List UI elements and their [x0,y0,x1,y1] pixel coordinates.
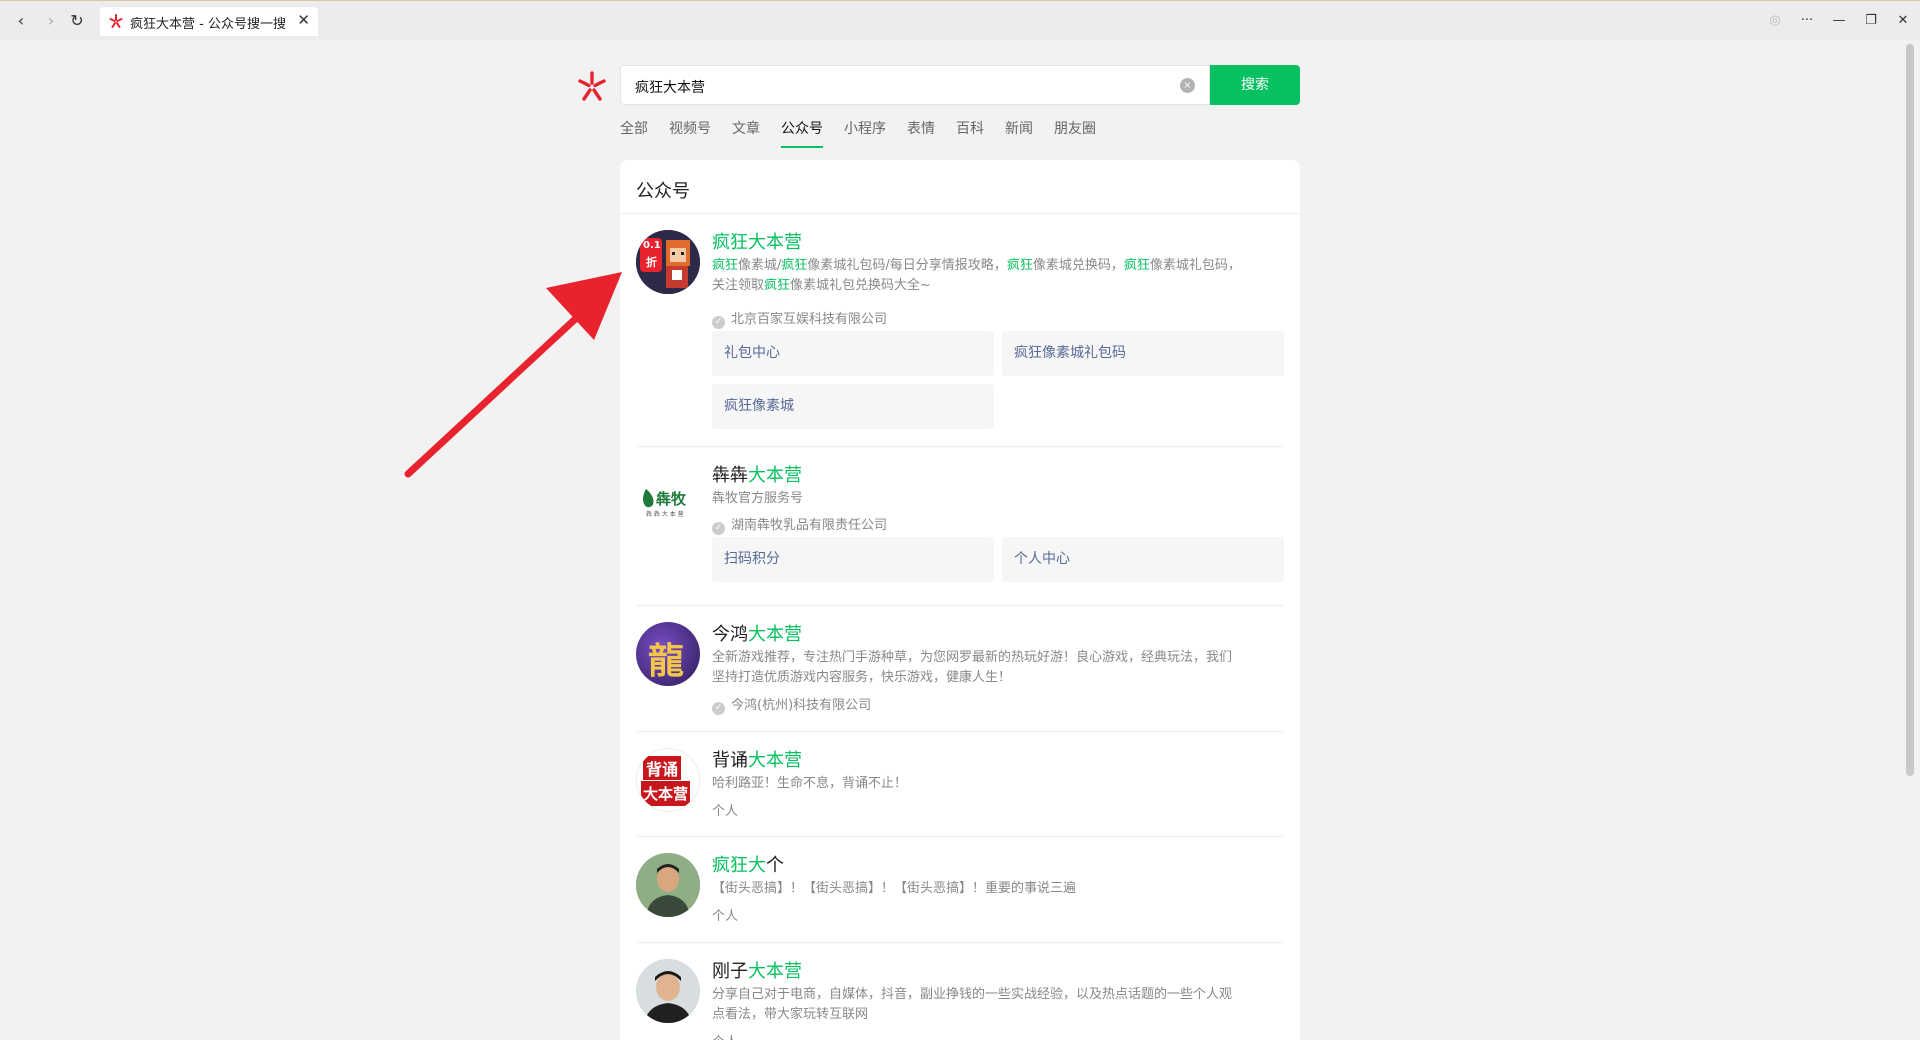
account-owner: ✓ 今鸿(杭州)科技有限公司 [712,694,871,715]
tab-official-account[interactable]: 公众号 [781,120,823,148]
tab-sticker[interactable]: 表情 [907,120,935,148]
tab-all[interactable]: 全部 [620,120,648,148]
minimize-icon[interactable]: — [1828,10,1850,32]
avatar-badge: 折 [646,256,657,269]
account-description: 犇牧官方服务号 [712,489,1278,509]
sousou-logo-icon [109,14,123,28]
description-line: 犇牧官方服务号 [712,491,804,506]
account-name[interactable]: 犇犇大本营 [712,461,802,487]
result-item[interactable]: 龍 今鸿大本营 全新游戏推荐，专注热门手游种草，为您网罗最新的热玩好游！良心游戏… [636,606,1284,732]
account-avatar[interactable]: 犇牧 犇 犇 大 本 营 [636,463,700,527]
result-item[interactable]: 犇牧 犇 犇 大 本 营 犇犇大本营 犇牧官方服务号 ✓ 湖南犇牧乳品有限责任公司… [636,447,1284,606]
verified-icon: ✓ [712,316,725,329]
account-name[interactable]: 背诵大本营 [712,746,802,772]
account-avatar[interactable]: 0.1 折 [636,230,700,294]
avatar-badge: 0.1 [643,240,661,251]
result-item[interactable]: 刚子大本营 分享自己对于电商，自媒体，抖音，副业挣钱的一些实战经验，以及热点话题… [636,943,1284,1040]
account-description: 哈利路亚！生命不息，背诵不止！ [712,774,1278,794]
globe-icon[interactable]: ◎ [1764,10,1786,32]
restore-icon[interactable]: ❐ [1860,10,1882,32]
account-owner: 个人 [712,1031,738,1040]
menu-link[interactable]: 扫码积分 [712,537,994,582]
sousou-logo-icon[interactable] [576,70,608,102]
tab-encyclopedia[interactable]: 百科 [956,120,984,148]
description-line: 坚持打造优质游戏内容服务，快乐游戏，健康人生！ [712,670,1012,685]
result-item[interactable]: 0.1 折 疯狂大本营 疯狂像素城/疯狂像素城礼包码/每日分享情报攻略，疯狂像素… [636,214,1284,447]
menu-link[interactable]: 个人中心 [1002,537,1284,582]
search-input[interactable]: 疯狂大本营 × [620,65,1210,105]
clear-icon[interactable]: × [1180,78,1195,93]
account-avatar[interactable]: 龍 [636,622,700,686]
person-photo-icon [636,959,700,1023]
description-line: 哈利路亚！生命不息，背诵不止！ [712,776,908,791]
browser-titlebar: ‹ › ↻ 疯狂大本营 - 公众号搜一搜 ✕ ◎ ··· — ❐ ✕ [0,0,1920,40]
back-icon[interactable]: ‹ [10,10,32,32]
account-avatar[interactable]: 背诵 大本营 [636,748,700,812]
tab-mini-program[interactable]: 小程序 [844,120,886,148]
tab-moments[interactable]: 朋友圈 [1054,120,1096,148]
account-owner: 个人 [712,909,739,924]
description-line: 分享自己对于电商，自媒体，抖音，副业挣钱的一些实战经验，以及热点话题的一些个人观 [712,987,1233,1002]
avatar-text: 大本营 [641,781,691,806]
tab-news[interactable]: 新闻 [1005,120,1033,148]
description-line: 【街头恶搞】！【街头恶搞】！【街头恶搞】！重要的事说三遍 [712,881,1077,896]
avatar-text: 龍 [648,641,685,682]
tab-title: 疯狂大本营 - 公众号搜一搜 [130,17,286,32]
person-photo-icon [636,853,700,917]
reload-icon[interactable]: ↻ [66,10,88,32]
avatar-text: 背诵 [643,756,682,780]
account-name[interactable]: 今鸿大本营 [712,620,802,646]
filter-tabs: 全部 视频号 文章 公众号 小程序 表情 百科 新闻 朋友圈 [620,120,1117,148]
avatar-text: 犇 犇 大 本 营 [646,511,684,518]
account-name[interactable]: 疯狂大个 [712,851,784,877]
result-item[interactable]: 背诵 大本营 背诵大本营 哈利路亚！生命不息，背诵不止！ 个人 [636,732,1284,837]
description-line: 点看法，带大家玩转互联网 [712,1007,869,1022]
account-owner: ✓ 湖南犇牧乳品有限责任公司 [712,514,887,535]
description-line: 关注领取疯狂像素城礼包兑换码大全~ [712,278,931,293]
forward-icon[interactable]: › [40,10,62,32]
account-owner: ✓ 北京百家互娱科技有限公司 [712,308,887,329]
account-description: 全新游戏推荐，专注热门手游种草，为您网罗最新的热玩好游！良心游戏，经典玩法，我们… [712,648,1278,688]
account-avatar[interactable] [636,959,700,1023]
window-close-icon[interactable]: ✕ [1892,10,1914,32]
account-name[interactable]: 刚子大本营 [712,957,802,983]
account-owner: 个人 [712,804,739,819]
tab-article[interactable]: 文章 [732,120,760,148]
section-title: 公众号 [636,181,690,202]
menu-link[interactable]: 疯狂像素城礼包码 [1002,331,1284,376]
menu-link[interactable]: 疯狂像素城 [712,384,994,429]
account-avatar[interactable] [636,853,700,917]
menu-link[interactable]: 礼包中心 [712,331,994,376]
tab-close-icon[interactable]: ✕ [297,11,310,29]
account-description: 疯狂像素城/疯狂像素城礼包码/每日分享情报攻略，疯狂像素城兑换码，疯狂像素城礼包… [712,256,1278,296]
search-button[interactable]: 搜索 [1210,65,1300,105]
search-query: 疯狂大本营 [635,80,705,96]
account-description: 分享自己对于电商，自媒体，抖音，副业挣钱的一些实战经验，以及热点话题的一些个人观… [712,985,1278,1025]
page-scrollbar[interactable] [1906,44,1914,776]
verified-icon: ✓ [712,702,725,715]
account-name[interactable]: 疯狂大本营 [712,228,802,254]
verified-icon: ✓ [712,522,725,535]
description-line: 全新游戏推荐，专注热门手游种草，为您网罗最新的热玩好游！良心游戏，经典玩法，我们 [712,650,1233,665]
description-line: 疯狂像素城/疯狂像素城礼包码/每日分享情报攻略，疯狂像素城兑换码，疯狂像素城礼包… [712,258,1241,273]
result-item[interactable]: 疯狂大个 【街头恶搞】！【街头恶搞】！【街头恶搞】！重要的事说三遍 个人 [636,837,1284,943]
account-description: 【街头恶搞】！【街头恶搞】！【街头恶搞】！重要的事说三遍 [712,879,1278,899]
results-card: 公众号 0.1 折 疯狂大本营 疯狂像素城/疯狂像素城礼包码/每日分享情报攻略，… [620,160,1300,1040]
tab-video[interactable]: 视频号 [669,120,711,148]
more-icon[interactable]: ··· [1796,10,1818,32]
browser-tab[interactable]: 疯狂大本营 - 公众号搜一搜 ✕ [100,7,318,36]
avatar-text: 犇牧 [656,490,687,508]
